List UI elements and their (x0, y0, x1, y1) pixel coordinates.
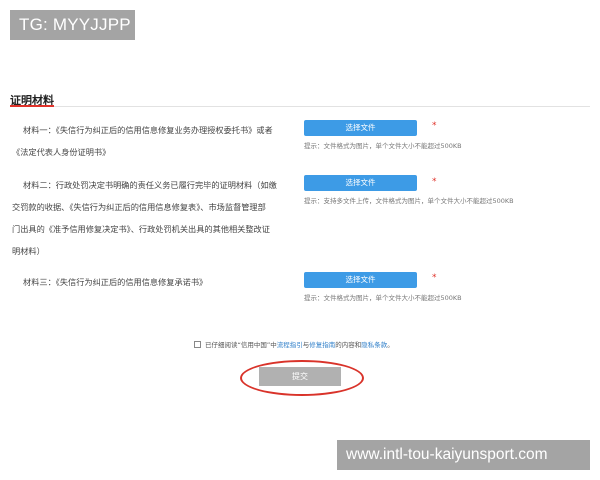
material-1-text-line1: 材料一：《失信行为纠正后的信用信息修复业务办理授权委托书》或者 (23, 125, 273, 135)
watermark-bottom: www.intl-tou-kaiyunsport.com (337, 440, 590, 470)
material-2-text-line2: 交罚款的收据、《失信行为纠正后的信用信息修复表》、市场监督管理部 (12, 202, 266, 212)
agreement-prefix: 已仔细阅读“信用中国”中 (205, 341, 277, 349)
material-2-hint: 提示：支持多文件上传，文件格式为图片，单个文件大小不能超过500KB (304, 197, 514, 205)
material-1-select-file-button[interactable]: 选择文件 (304, 120, 417, 136)
material-1-text-line2: 《法定代表人身份证明书》 (12, 147, 111, 157)
material-2-required-mark: * (432, 177, 437, 187)
material-1-required-mark: * (432, 121, 437, 131)
process-guide-link[interactable]: 流程指引 (277, 339, 303, 349)
submit-button[interactable]: 提交 (259, 367, 341, 386)
material-1-hint: 提示：文件格式为图片，单个文件大小不能超过500KB (304, 142, 462, 150)
material-3-select-file-button[interactable]: 选择文件 (304, 272, 417, 288)
agreement-row: 已仔细阅读“信用中国”中 流程指引 与 修复指南 的内容和 隐私条款 。 (194, 339, 394, 349)
repair-guide-link[interactable]: 修复指南 (309, 339, 335, 349)
privacy-terms-link[interactable]: 隐私条款 (361, 339, 387, 349)
material-2-text-line4: 明材料） (12, 246, 45, 256)
material-2-text-line1: 材料二：行政处罚决定书明确的责任义务已履行完毕的证明材料（如缴 (23, 180, 277, 190)
material-3-hint: 提示：文件格式为图片，单个文件大小不能超过500KB (304, 294, 462, 302)
material-2-text-line3: 门出具的《准予信用修复决定书》、行政处罚机关出具的其他相关整改证 (12, 224, 270, 234)
agreement-suffix: 。 (387, 341, 394, 349)
material-3-required-mark: * (432, 273, 437, 283)
material-2-select-file-button[interactable]: 选择文件 (304, 175, 417, 191)
agreement-checkbox[interactable] (194, 340, 201, 348)
material-3-text-line1: 材料三：《失信行为纠正后的信用信息修复承诺书》 (23, 277, 208, 287)
agreement-middle: 的内容和 (335, 341, 362, 349)
section-title-underline (10, 105, 54, 107)
watermark-top: TG: MYYJJPP (10, 10, 135, 40)
section-divider (10, 106, 590, 107)
